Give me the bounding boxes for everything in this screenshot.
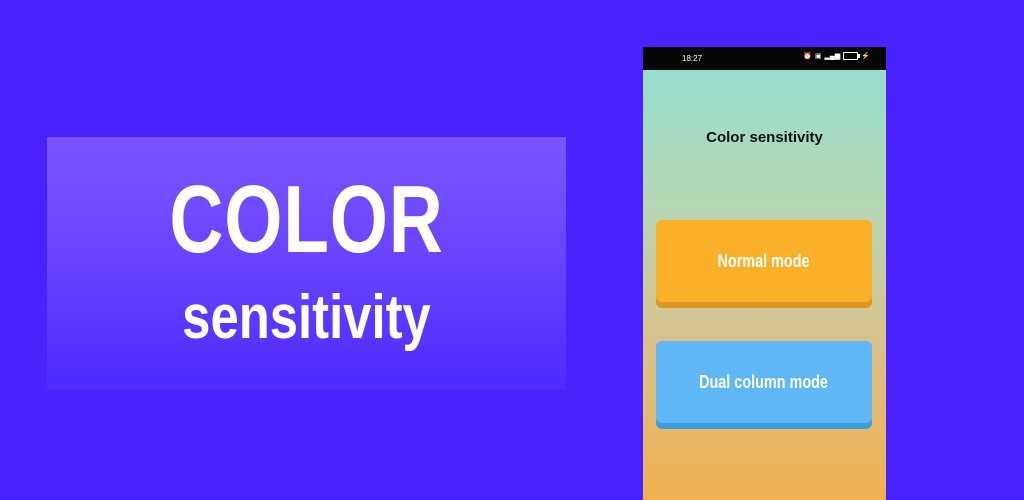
dual-column-mode-label: Dual column mode xyxy=(699,371,829,392)
normal-mode-label: Normal mode xyxy=(717,250,811,271)
status-bar: 18:27 ⏰ ▣ ▂▄▆ ⚡ xyxy=(643,47,886,70)
promo-subtitle: sensitivity xyxy=(182,283,431,352)
promo-title: COLOR xyxy=(169,166,444,273)
nfc-icon: ▣ xyxy=(814,53,822,60)
alarm-icon: ⏰ xyxy=(803,53,812,60)
phone-screenshot: 18:27 ⏰ ▣ ▂▄▆ ⚡ Color sensitivity Normal… xyxy=(643,47,886,500)
app-title: Color sensitivity xyxy=(706,129,823,146)
signal-icon: ▂▄▆ xyxy=(824,53,841,60)
status-time: 18:27 xyxy=(682,54,703,63)
battery-icon xyxy=(843,52,861,60)
promo-banner: COLOR sensitivity xyxy=(47,137,566,390)
normal-mode-button[interactable]: Normal mode xyxy=(656,220,872,302)
charging-icon: ⚡ xyxy=(861,53,870,60)
status-icons: ⏰ ▣ ▂▄▆ ⚡ xyxy=(803,52,870,60)
dual-column-mode-button[interactable]: Dual column mode xyxy=(656,341,872,423)
